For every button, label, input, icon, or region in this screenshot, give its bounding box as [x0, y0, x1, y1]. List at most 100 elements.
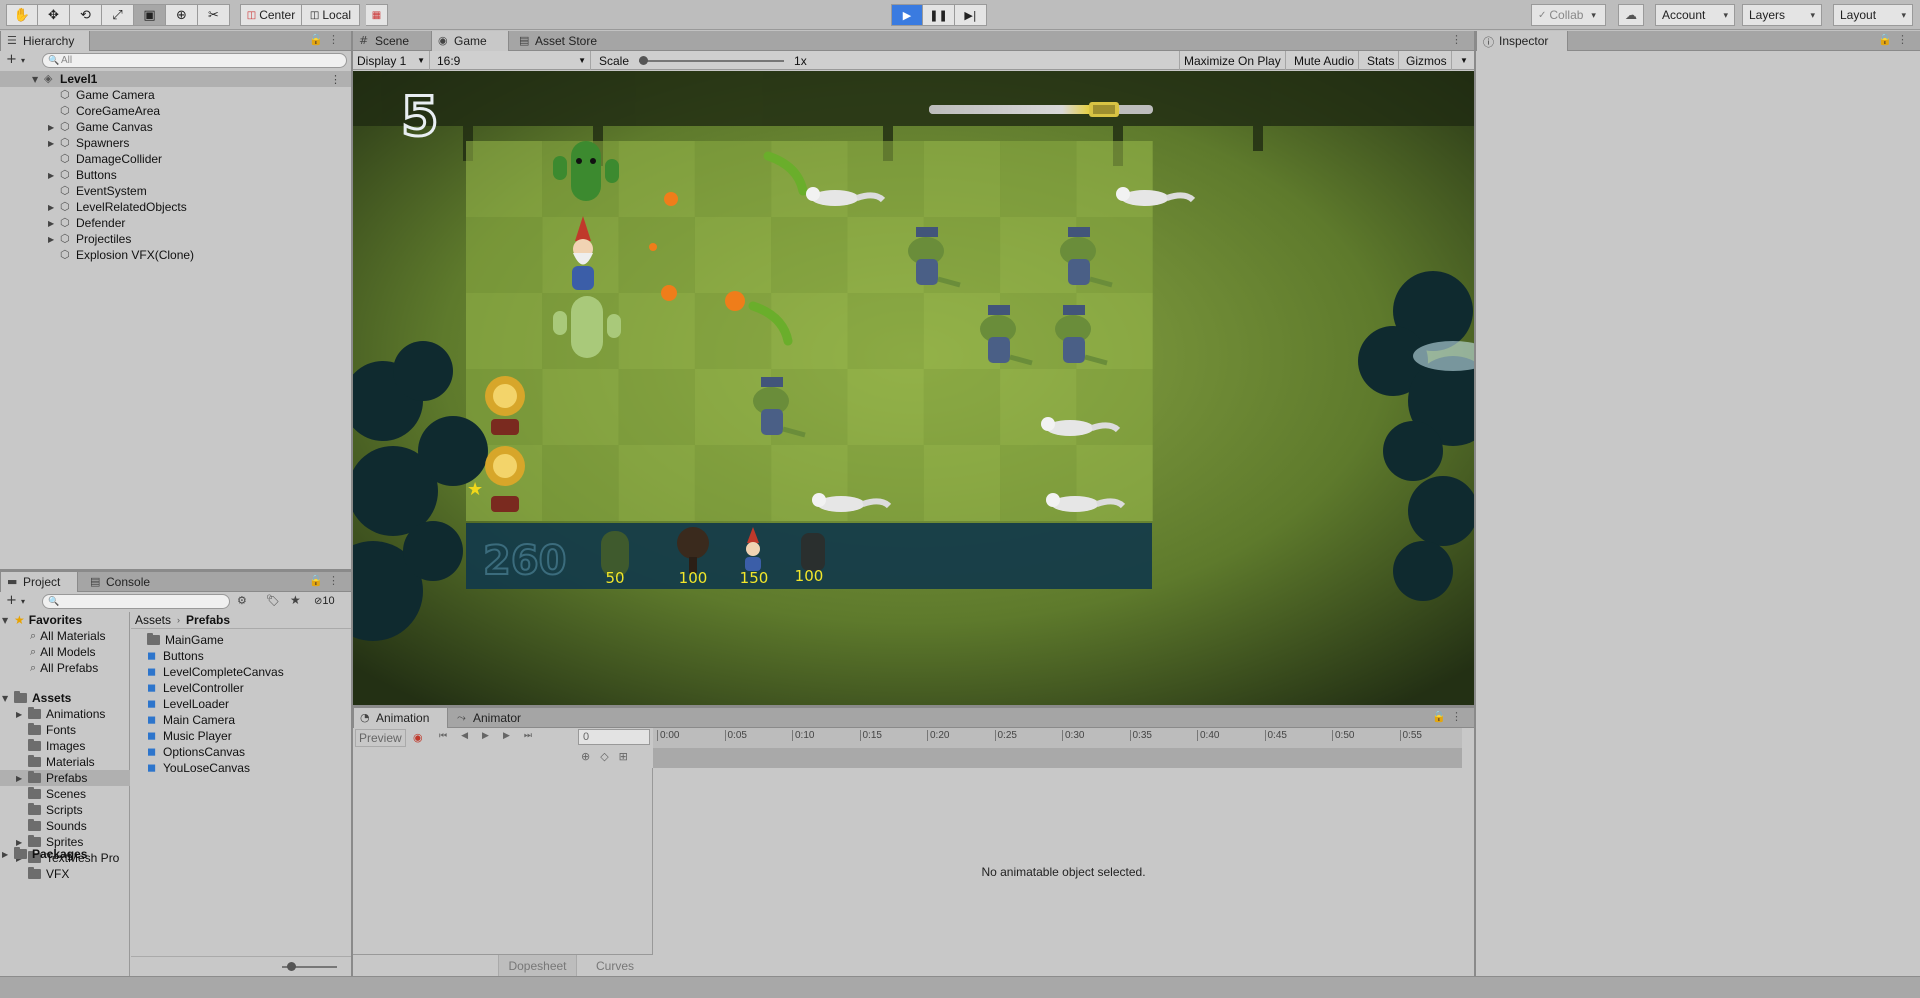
- panel-divider[interactable]: [1474, 31, 1476, 976]
- lawn-tile[interactable]: [542, 445, 619, 521]
- panel-divider[interactable]: [353, 705, 1474, 708]
- hierarchy-item[interactable]: ▶ ⬡ Spawners: [0, 135, 129, 151]
- lawn-tile[interactable]: [923, 369, 1001, 445]
- icon-size-slider-handle[interactable]: [287, 962, 296, 971]
- expand-arrow-icon[interactable]: ▶: [48, 171, 60, 180]
- lawn-tile[interactable]: [771, 217, 848, 293]
- tab-asset-store[interactable]: ▤ Asset Store: [513, 31, 617, 51]
- expand-arrow-icon[interactable]: ▶: [16, 774, 28, 783]
- scene-menu-icon[interactable]: ⋮: [330, 73, 341, 86]
- panel-menu-icon[interactable]: ⋮: [1451, 710, 1462, 723]
- prefab-item[interactable]: ◼ Buttons: [147, 648, 204, 664]
- asset-folder-item[interactable]: Sounds: [0, 818, 130, 834]
- lawn-tile[interactable]: [618, 217, 695, 293]
- transform-tool-icon[interactable]: ⊕: [166, 4, 198, 26]
- panel-menu-icon[interactable]: ⋮: [1897, 33, 1908, 46]
- cloud-button[interactable]: ☁: [1618, 4, 1644, 26]
- collab-dropdown[interactable]: ✓ Collab ▾: [1531, 4, 1606, 26]
- tab-hierarchy[interactable]: ☰ Hierarchy: [0, 31, 90, 51]
- add-icon[interactable]: + ▾: [6, 52, 25, 67]
- panel-menu-icon[interactable]: ⋮: [1451, 33, 1462, 46]
- hidden-packages-toggle[interactable]: ⊘10: [314, 595, 335, 607]
- preview-toggle[interactable]: Preview: [355, 729, 406, 747]
- layout-dropdown[interactable]: Layout ▾: [1833, 4, 1913, 26]
- prefab-item[interactable]: ◼ YouLoseCanvas: [147, 760, 250, 776]
- asset-folder-item[interactable]: ▶ Animations: [0, 706, 130, 722]
- lawn-tile[interactable]: [466, 141, 543, 217]
- lawn-tile[interactable]: [1076, 369, 1153, 445]
- prefab-item[interactable]: ◼ Main Camera: [147, 712, 235, 728]
- favorite-item[interactable]: ⌕ All Materials: [30, 628, 106, 644]
- move-tool-icon[interactable]: ✥: [38, 4, 70, 26]
- lawn-tile[interactable]: [694, 445, 772, 521]
- expand-arrow-icon[interactable]: ▶: [48, 219, 60, 228]
- asset-folder-item[interactable]: ▶ Prefabs: [0, 770, 130, 786]
- assets-row[interactable]: ▼ Assets: [2, 690, 71, 706]
- lawn-tile[interactable]: [1000, 141, 1077, 217]
- favorite-item[interactable]: ⌕ All Prefabs: [30, 660, 98, 676]
- expand-arrow-icon[interactable]: ▶: [2, 850, 14, 859]
- lawn-tile[interactable]: [618, 445, 695, 521]
- hierarchy-item[interactable]: ▶ ⬡ Defender: [0, 215, 125, 231]
- hierarchy-item[interactable]: ▶ ⬡ Buttons: [0, 167, 117, 183]
- tab-animator[interactable]: ⤳ Animator: [451, 708, 531, 728]
- hierarchy-item[interactable]: ⬡ CoreGameArea: [0, 103, 160, 119]
- tab-console[interactable]: ▤ Console: [84, 572, 164, 592]
- display-dropdown[interactable]: Display 1 ▼: [353, 51, 430, 70]
- prefab-item[interactable]: ◼ Music Player: [147, 728, 232, 744]
- expand-arrow-icon[interactable]: ▼: [2, 694, 14, 703]
- project-search-input[interactable]: 🔍: [42, 594, 230, 609]
- asset-folder-item[interactable]: Scenes: [0, 786, 130, 802]
- expand-arrow-icon[interactable]: ▶: [48, 203, 60, 212]
- lawn-tile[interactable]: [923, 445, 1001, 521]
- grid-snap-icon[interactable]: ▦: [366, 4, 388, 26]
- gizmos-dropdown-icon[interactable]: ▼: [1456, 51, 1472, 70]
- lawn-tile[interactable]: [847, 293, 924, 369]
- expand-arrow-icon[interactable]: ▼: [2, 616, 14, 625]
- expand-arrow-icon[interactable]: ▶: [16, 710, 28, 719]
- lawn-tile[interactable]: [694, 217, 772, 293]
- rect-tool-icon[interactable]: ▣: [134, 4, 166, 26]
- lock-icon[interactable]: 🔒: [1878, 33, 1892, 46]
- record-icon[interactable]: ◉: [413, 731, 423, 744]
- breadcrumb-root[interactable]: Assets: [135, 613, 171, 627]
- asset-folder-item[interactable]: Images: [0, 738, 130, 754]
- breadcrumb-current[interactable]: Prefabs: [186, 613, 230, 627]
- tab-inspector[interactable]: ⓘ Inspector: [1476, 31, 1568, 51]
- filter-label-icon[interactable]: 🏷: [266, 594, 280, 607]
- playback-icons[interactable]: ⏮◀▶▶⏭: [439, 731, 546, 741]
- gizmos-toggle[interactable]: Gizmos: [1402, 51, 1452, 70]
- panel-menu-icon[interactable]: ⋮: [328, 574, 339, 587]
- hierarchy-item[interactable]: ⬡ Game Camera: [0, 87, 155, 103]
- hierarchy-item[interactable]: ⬡ EventSystem: [0, 183, 147, 199]
- favorite-item[interactable]: ⌕ All Models: [30, 644, 96, 660]
- tab-curves[interactable]: Curves: [576, 955, 653, 976]
- expand-arrow-icon[interactable]: ▼: [32, 75, 44, 84]
- pivot-local-button[interactable]: ◫ Local: [302, 4, 360, 26]
- hierarchy-item[interactable]: ▶ ⬡ LevelRelatedObjects: [0, 199, 187, 215]
- panel-divider[interactable]: [0, 569, 351, 572]
- timeline-ruler[interactable]: 0:00 0:05 0:10 0:15 0:20 0:25 0:30 0:35 0:40 0:45…: [653, 728, 1462, 768]
- lawn-tile[interactable]: [847, 369, 924, 445]
- mute-audio-toggle[interactable]: Mute Audio: [1290, 51, 1360, 70]
- lawn-tile[interactable]: [466, 293, 543, 369]
- favorite-star-icon[interactable]: ★: [290, 593, 301, 607]
- lock-icon[interactable]: 🔒: [309, 574, 323, 587]
- tab-game[interactable]: ◉ Game: [431, 31, 509, 51]
- panel-menu-icon[interactable]: ⋮: [328, 33, 339, 46]
- lawn-tile[interactable]: [694, 141, 772, 217]
- pause-button[interactable]: ❚❚: [923, 4, 955, 26]
- asset-folder-item[interactable]: Scripts: [0, 802, 130, 818]
- favorites-row[interactable]: ▼ ★ Favorites: [2, 612, 82, 628]
- layers-dropdown[interactable]: Layers ▾: [1742, 4, 1822, 26]
- pivot-center-button[interactable]: ◫ Center: [240, 4, 302, 26]
- prefab-item[interactable]: ◼ OptionsCanvas: [147, 744, 245, 760]
- expand-arrow-icon[interactable]: ▶: [48, 235, 60, 244]
- lawn-tile[interactable]: [618, 293, 695, 369]
- game-screen[interactable]: 5 ★ 260 50 100 150 100: [353, 71, 1474, 705]
- scene-row[interactable]: ▼ ◈ Level1 ⋮: [0, 71, 351, 87]
- custom-tool-icon[interactable]: ✂: [198, 4, 230, 26]
- lawn-tile[interactable]: [847, 445, 924, 521]
- scale-slider[interactable]: [639, 55, 785, 65]
- prefab-item[interactable]: ◼ LevelController: [147, 680, 244, 696]
